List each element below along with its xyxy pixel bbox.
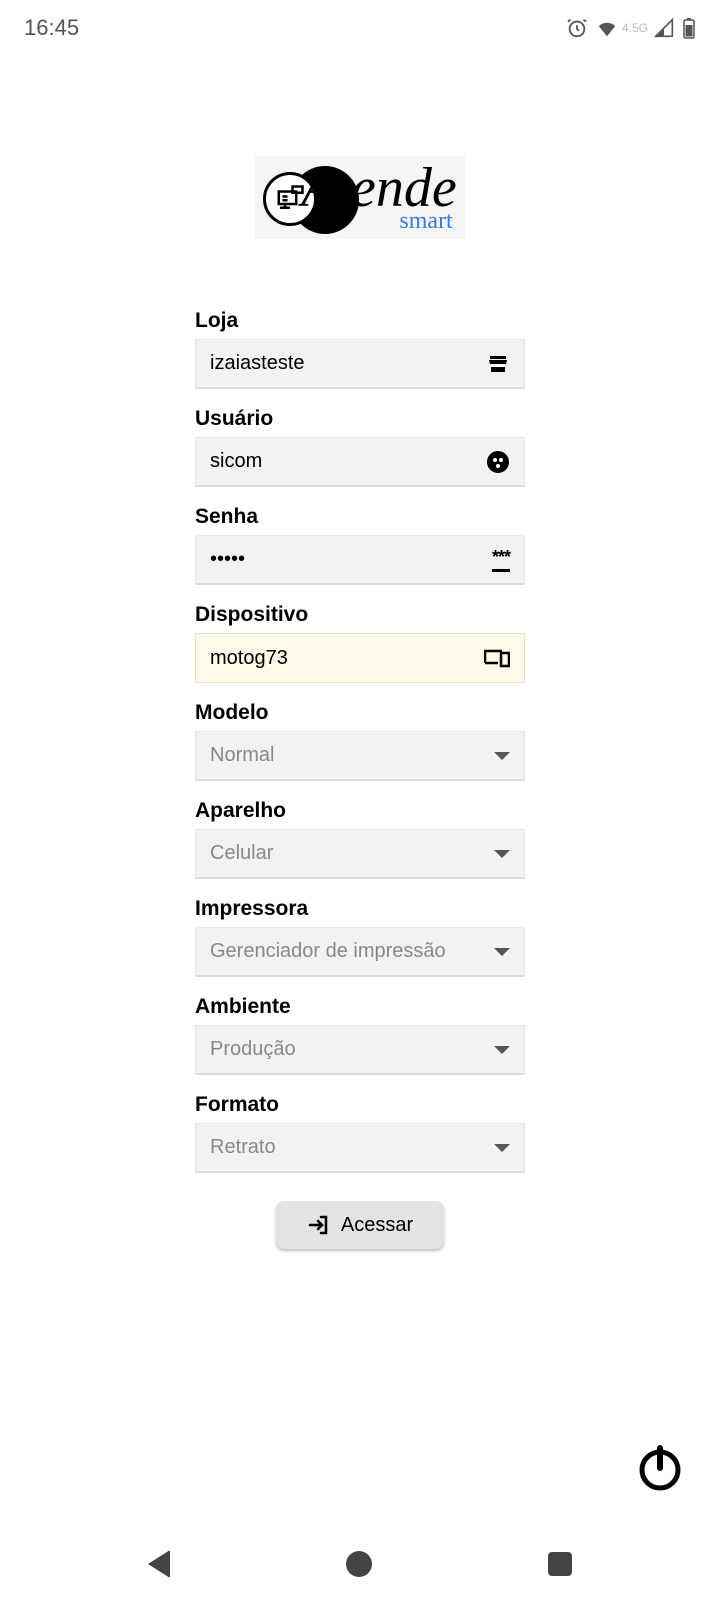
power-button[interactable] bbox=[636, 1444, 684, 1492]
formato-label: Formato bbox=[195, 1093, 525, 1117]
nav-back-button[interactable] bbox=[148, 1550, 170, 1578]
ambiente-label: Ambiente bbox=[195, 995, 525, 1019]
acessar-button[interactable]: Acessar bbox=[276, 1201, 444, 1249]
user-circle-icon bbox=[486, 450, 510, 474]
senha-label: Senha bbox=[195, 505, 525, 529]
cell-signal-icon bbox=[654, 18, 674, 38]
wifi-icon bbox=[596, 17, 618, 39]
impressora-value: Gerenciador de impressão bbox=[210, 940, 446, 963]
login-form: Loja izaiasteste Usuário sicom Senha •••… bbox=[195, 309, 525, 1249]
senha-value: ••••• bbox=[210, 548, 492, 571]
aparelho-value: Celular bbox=[210, 842, 273, 865]
impressora-label: Impressora bbox=[195, 897, 525, 921]
status-bar: 16:45 4.5G bbox=[0, 0, 720, 56]
chevron-down-icon bbox=[494, 850, 510, 858]
dispositivo-input[interactable]: motog73 bbox=[195, 633, 525, 683]
formato-value: Retrato bbox=[210, 1136, 276, 1159]
chevron-down-icon bbox=[494, 948, 510, 956]
modelo-value: Normal bbox=[210, 744, 274, 767]
chevron-down-icon bbox=[494, 1144, 510, 1152]
formato-select[interactable]: Retrato bbox=[195, 1123, 525, 1173]
loja-input[interactable]: izaiasteste bbox=[195, 339, 525, 389]
ambiente-select[interactable]: Produção bbox=[195, 1025, 525, 1075]
dispositivo-label: Dispositivo bbox=[195, 603, 525, 627]
nav-home-button[interactable] bbox=[346, 1551, 372, 1577]
battery-icon bbox=[682, 17, 696, 39]
network-label: 4.5G bbox=[622, 21, 648, 35]
aparelho-label: Aparelho bbox=[195, 799, 525, 823]
acessar-label: Acessar bbox=[341, 1214, 413, 1237]
status-icons: 4.5G bbox=[566, 17, 696, 39]
modelo-select[interactable]: Normal bbox=[195, 731, 525, 781]
usuario-value: sicom bbox=[210, 450, 486, 473]
devices-icon bbox=[484, 648, 510, 668]
chevron-down-icon bbox=[494, 1046, 510, 1054]
senha-input[interactable]: ••••• *** bbox=[195, 535, 525, 585]
android-navbar bbox=[0, 1528, 720, 1600]
modelo-label: Modelo bbox=[195, 701, 525, 725]
alarm-icon bbox=[566, 17, 588, 39]
usuario-label: Usuário bbox=[195, 407, 525, 431]
loja-value: izaiasteste bbox=[210, 352, 486, 375]
login-icon bbox=[307, 1213, 331, 1237]
usuario-input[interactable]: sicom bbox=[195, 437, 525, 487]
app-logo: Atende smart bbox=[0, 156, 720, 239]
aparelho-select[interactable]: Celular bbox=[195, 829, 525, 879]
password-mask-icon: *** bbox=[492, 547, 510, 572]
nav-recent-button[interactable] bbox=[548, 1552, 572, 1576]
store-icon bbox=[486, 352, 510, 376]
power-icon bbox=[636, 1444, 684, 1492]
chevron-down-icon bbox=[494, 752, 510, 760]
dispositivo-value: motog73 bbox=[210, 647, 484, 670]
ambiente-value: Produção bbox=[210, 1038, 296, 1061]
loja-label: Loja bbox=[195, 309, 525, 333]
status-time: 16:45 bbox=[24, 15, 79, 41]
impressora-select[interactable]: Gerenciador de impressão bbox=[195, 927, 525, 977]
